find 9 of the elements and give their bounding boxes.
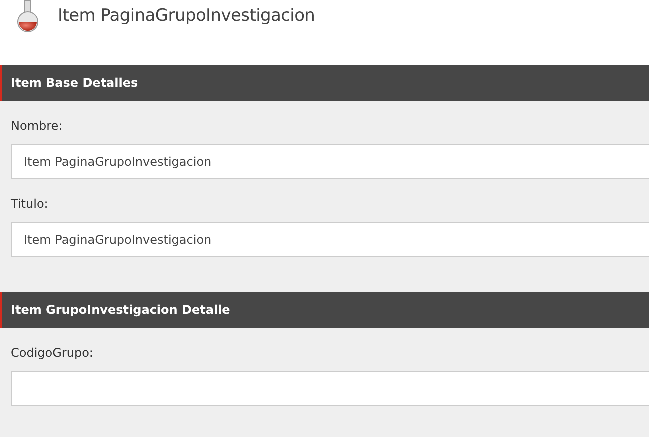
page-title: Item PaginaGrupoInvestigacion <box>58 6 316 26</box>
field-label: Titulo: <box>11 197 48 211</box>
section-header: Item GrupoInvestigacion Detalle <box>0 292 649 328</box>
field-label: CodigoGrupo: <box>11 346 94 360</box>
field-label: Nombre: <box>11 119 63 133</box>
input-field[interactable]: Item PaginaGrupoInvestigacion <box>11 144 649 179</box>
section-header: Item Base Detalles <box>0 65 649 101</box>
input-field[interactable] <box>11 371 649 406</box>
input-field[interactable]: Item PaginaGrupoInvestigacion <box>11 222 649 257</box>
